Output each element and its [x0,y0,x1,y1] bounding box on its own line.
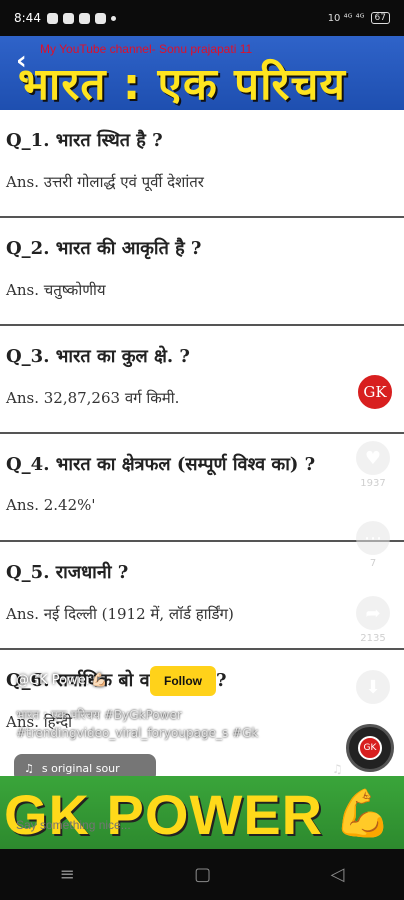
like-button[interactable]: ♥ 1937 [356,441,390,489]
comment-icon: ⋯ [356,521,390,555]
share-icon: ➦ [356,596,390,630]
flexed-arm-icon: 💪 [334,786,392,840]
download-icon: ⬇ [356,670,390,704]
status-bar: 8:44 10 ⁴ᴳ ⁴ᴳ 67 [0,0,404,36]
gk-logo-badge: GK [356,373,394,411]
question: Q_5. राजधानी ? [6,562,129,583]
comment-button[interactable]: ⋯ 7 [356,521,390,569]
qa-block: Q_3. भारत का कुल क्षे. ? Ans. 32,87,263 … [0,326,404,434]
sound-name: s original sour [41,761,120,775]
music-note-icon: ♫ [332,762,343,776]
answer: Ans. उत्तरी गोलार्द्ध एवं पूर्वी देशांतर [6,173,204,191]
download-button[interactable]: ⬇ [356,670,390,704]
notification-icon [46,12,58,24]
menu-icon[interactable]: ≡ [60,864,75,885]
disc-label: GK [358,736,382,760]
signal-indicators: 10 ⁴ᴳ ⁴ᴳ [327,12,365,24]
notification-icon [62,12,74,24]
video-caption: भारत : एक परिचय #ByGkPower [16,708,182,722]
back-triangle-icon[interactable]: ◁ [330,864,344,885]
notification-icon [94,12,106,24]
qa-block: Q_1. भारत स्थित है ? Ans. उत्तरी गोलार्द… [0,110,404,218]
music-disc[interactable]: GK [346,724,394,772]
video-title: भारत : एक परिचय [18,59,346,110]
answer: Ans. 2.42%' [6,496,96,514]
qa-block: Q_4. भारत का क्षेत्रफल (सम्पूर्ण विश्व क… [0,434,404,542]
hashtags[interactable]: #trendingvideo_viral_foryoupage_s #Gk [16,726,258,740]
dot-icon [110,15,116,21]
heart-icon: ♥ [356,441,390,475]
answer: Ans. 32,87,263 वर्ग किमी. [6,389,180,407]
share-button[interactable]: ➦ 2135 [356,596,390,644]
question: Q_4. भारत का क्षेत्रफल (सम्पूर्ण विश्व क… [6,454,316,475]
notification-icons [46,12,116,24]
answer: Ans. नई दिल्ली (1912 में, लॉर्ड हार्डिंग… [6,605,234,623]
title-banner: ‹ My YouTube channel- Sonu prajapati 11 … [0,36,404,110]
creator-username[interactable]: @GK Power💪🏻 [16,673,107,688]
video-player[interactable]: ‹ My YouTube channel- Sonu prajapati 11 … [0,36,404,849]
answer: Ans. चतुष्कोणीय [6,281,106,299]
notification-icon [78,12,90,24]
qa-block: Q_2. भारत की आकृति है ? Ans. चतुष्कोणीय [0,218,404,326]
question: Q_2. भारत की आकृति है ? [6,238,202,259]
music-note-icon: ♫ [24,761,34,775]
like-count: 1937 [360,478,386,489]
qa-block: Q_5. राजधानी ? Ans. नई दिल्ली (1912 में,… [0,542,404,650]
share-count: 2135 [360,633,386,644]
system-nav-bar: ≡ ▢ ◁ [0,849,404,900]
question: Q_1. भारत स्थित है ? [6,130,163,151]
status-time: 8:44 [14,11,41,25]
comment-count: 7 [369,558,377,569]
battery-icon: 67 [370,12,390,24]
comment-input[interactable] [16,812,216,838]
question: Q_3. भारत का कुल क्षे. ? [6,346,190,367]
follow-button[interactable]: Follow [150,666,216,696]
home-icon[interactable]: ▢ [194,864,211,885]
